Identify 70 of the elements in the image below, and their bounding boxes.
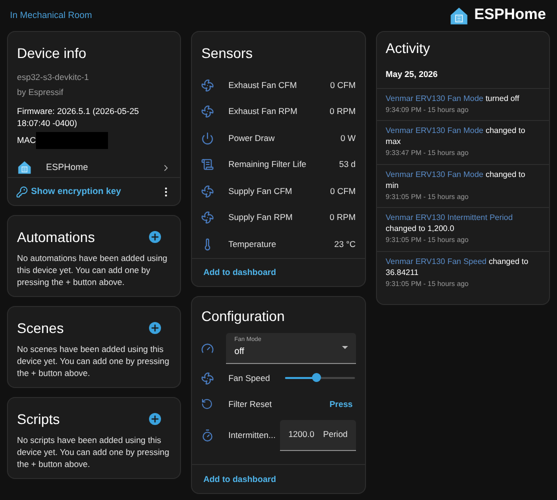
fan-icon [201, 372, 214, 384]
sensor-value: 23 °C [334, 238, 356, 251]
sensor-name: Power Draw [228, 132, 276, 145]
card-title: Scripts [17, 410, 60, 428]
control-name: Fan Speed [228, 372, 271, 384]
device-manufacturer: by Espressif [17, 86, 64, 98]
slider-thumb[interactable] [312, 373, 321, 382]
sensor-value: 0 CFM [330, 184, 356, 198]
sensor-value: 0 RPM [330, 105, 356, 118]
fan-icon [201, 184, 214, 198]
activity-text: Venmar ERV130 Fan Speed changed to 36.84211 [386, 256, 530, 278]
firmware-text: Firmware: 2026.5.1 (2026-05-25 18:07:40 -0400) [17, 104, 140, 128]
field-unit: Period [323, 428, 348, 441]
sensor-name: Supply Fan RPM [228, 211, 294, 224]
sensor-value: 53 d [339, 158, 356, 172]
dropdown-value: off [234, 345, 244, 358]
empty-message: No scenes have been added using this device yet. You can add one by pressing the + button above. [17, 343, 170, 379]
entity-link[interactable]: Venmar ERV130 Fan Mode [386, 126, 484, 136]
add-button[interactable] [149, 413, 162, 425]
sensor-value: 0 RPM [330, 211, 356, 224]
empty-message: No automations have been added using this device yet. You can add one by pressing the + button above. [17, 252, 168, 288]
field-value: 1200.0 [288, 428, 314, 441]
sensor-name: Supply Fan CFM [228, 184, 294, 198]
house-logo-icon [449, 6, 470, 26]
entity-link[interactable]: Venmar ERV130 Fan Mode [386, 94, 484, 103]
entity-link[interactable]: Venmar ERV130 Intermittent Period [386, 213, 513, 222]
card-title: Configuration [200, 307, 286, 325]
reset-icon [201, 398, 214, 410]
entity-link[interactable]: Venmar ERV130 Fan Speed [386, 256, 486, 266]
empty-message: No scripts have been added using this device yet. You can add one by pressing the + button above. [17, 434, 170, 470]
dropdown-caret-icon [342, 346, 348, 349]
sensor-name: Temperature [228, 238, 278, 251]
card-title: Device info [17, 44, 88, 62]
control-name: Filter Reset [228, 398, 273, 410]
entity-link[interactable]: Venmar ERV130 Fan Mode [386, 170, 484, 179]
brand-name: ESPHome [474, 5, 546, 26]
press-button[interactable]: Press [329, 398, 356, 410]
device-model: esp32-s3-devkitc-1 [17, 71, 90, 84]
show-encryption-key-link[interactable]: Show encryption key [16, 184, 122, 198]
add-button[interactable] [149, 231, 162, 243]
area-link[interactable]: In Mechanical Room [10, 8, 92, 22]
add-button[interactable] [149, 322, 162, 334]
activity-text: Venmar ERV130 Intermittent Period changed to 1,200.0 [386, 212, 514, 234]
sensor-value: 0 W [340, 132, 356, 145]
activity-text: Venmar ERV130 Fan Mode changed to min [386, 168, 526, 191]
control-name: Intermitten... [228, 428, 277, 442]
fan-icon [201, 78, 214, 92]
card-title: Scenes [17, 319, 64, 337]
card-title: Automations [17, 228, 95, 246]
card-title: Activity [384, 39, 431, 57]
activity-text: Venmar ERV130 Fan Mode turned off [386, 92, 520, 104]
mac-label: MAC [17, 134, 36, 146]
activity-text: Venmar ERV130 Fan Mode changed to max [386, 125, 526, 148]
add-to-dashboard-button[interactable]: Add to dashboard [203, 266, 276, 279]
number-field[interactable]: 1200.0 Period [280, 420, 356, 450]
integration-row[interactable]: ESPHome [8, 158, 180, 178]
gauge-icon [201, 342, 214, 354]
card-title: Sensors [200, 44, 254, 62]
sensor-name: Exhaust Fan CFM [228, 78, 298, 92]
fan-icon [201, 211, 214, 224]
sensor-name: Exhaust Fan RPM [228, 105, 298, 118]
house-logo-icon [17, 160, 32, 176]
activity-date: May 25, 2026 [384, 68, 439, 81]
sensor-value: 0 CFM [330, 78, 356, 92]
sensor-name: Remaining Filter Life [228, 158, 308, 172]
add-to-dashboard-button[interactable]: Add to dashboard [203, 472, 276, 486]
power-icon [201, 132, 214, 145]
timer-icon [201, 428, 214, 442]
fan-icon [201, 105, 214, 118]
key-icon [16, 186, 28, 198]
